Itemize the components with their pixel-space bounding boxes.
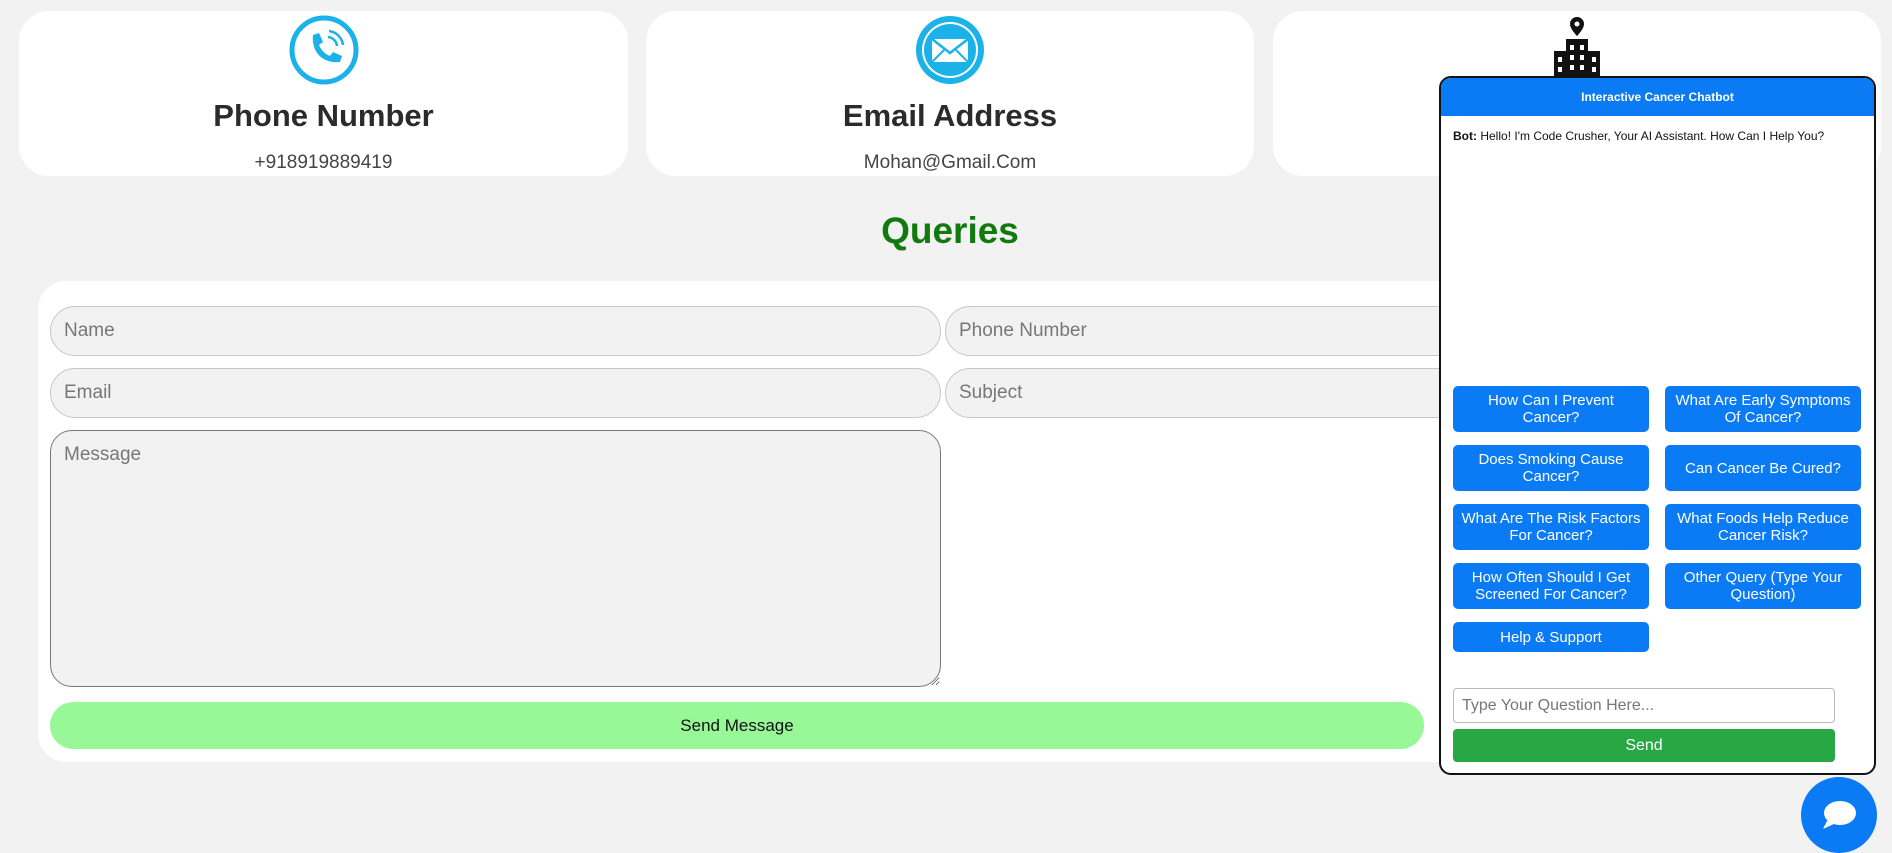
- chatbot-title: Interactive Cancer Chatbot: [1441, 78, 1874, 116]
- option-button[interactable]: What Foods Help Reduce Cancer Risk?: [1665, 504, 1861, 550]
- chatbot-window: Interactive Cancer Chatbot Bot: Hello! I…: [1439, 76, 1876, 775]
- option-button[interactable]: Other Query (Type Your Question): [1665, 563, 1861, 609]
- subject-input[interactable]: [945, 368, 1465, 418]
- chat-toggle-button[interactable]: [1801, 777, 1877, 853]
- chat-send-button[interactable]: Send: [1453, 729, 1835, 762]
- option-button[interactable]: Does Smoking Cause Cancer?: [1453, 445, 1649, 491]
- contact-value: Mohan@Gmail.Com: [863, 152, 1037, 173]
- contact-title: Phone Number: [213, 98, 434, 133]
- option-button[interactable]: How Often Should I Get Screened For Canc…: [1453, 563, 1649, 609]
- email-icon: [913, 13, 987, 87]
- contact-card-phone: Phone Number +918919889419: [19, 11, 628, 176]
- option-button[interactable]: What Are The Risk Factors For Cancer?: [1453, 504, 1649, 550]
- contact-value: +918919889419: [254, 152, 393, 173]
- help-support-button[interactable]: Help & Support: [1453, 622, 1649, 652]
- bot-greeting: Hello! I'm Code Crusher, Your AI Assista…: [1480, 129, 1825, 143]
- chat-bubble-icon: [1823, 801, 1856, 829]
- name-input[interactable]: [50, 306, 941, 356]
- send-message-button[interactable]: Send Message: [50, 702, 1424, 749]
- message-textarea[interactable]: [50, 430, 941, 687]
- contact-title: Email Address: [842, 98, 1058, 133]
- option-button[interactable]: What Are Early Symptoms Of Cancer?: [1665, 386, 1861, 432]
- bot-message: Bot: Hello! I'm Code Crusher, Your AI As…: [1453, 129, 1864, 143]
- chat-question-input[interactable]: [1453, 688, 1835, 723]
- option-button[interactable]: Can Cancer Be Cured?: [1665, 445, 1861, 491]
- phone-input[interactable]: [945, 306, 1465, 356]
- bot-label: Bot:: [1453, 129, 1477, 143]
- phone-icon: [287, 13, 361, 87]
- contact-card-email: Email Address Mohan@Gmail.Com: [646, 11, 1254, 176]
- option-button[interactable]: How Can I Prevent Cancer?: [1453, 386, 1649, 432]
- email-input[interactable]: [50, 368, 941, 418]
